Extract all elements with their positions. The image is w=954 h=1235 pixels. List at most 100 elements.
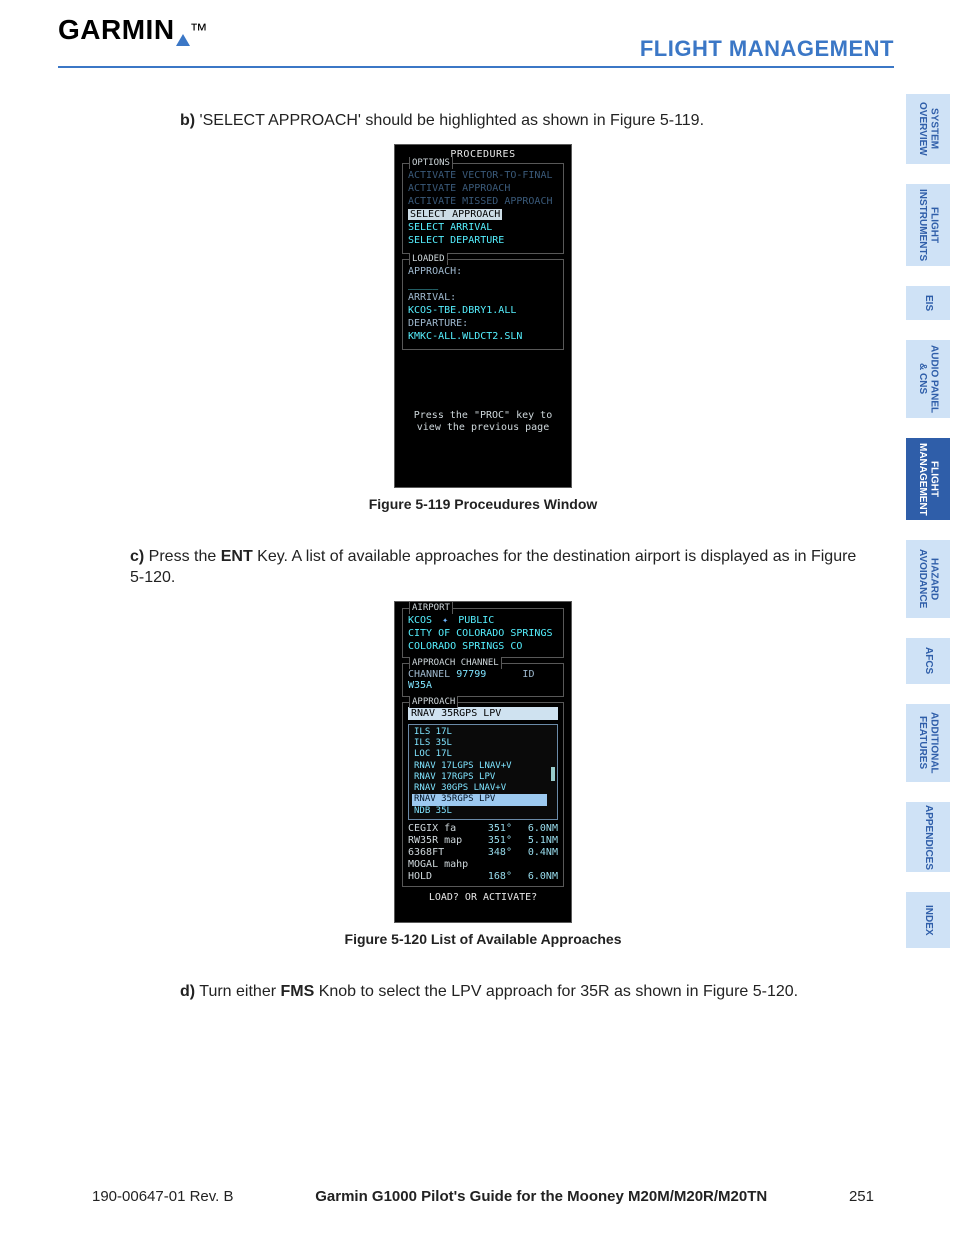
fig-119-screen: PROCEDURES OPTIONS ACTIVATE VECTOR-TO-FI… <box>394 144 572 488</box>
fig119-foot-line1: Press the "PROC" key to <box>399 410 567 422</box>
section-title: FLIGHT MANAGEMENT <box>640 36 894 62</box>
appr-item-4[interactable]: RNAV 17RGPS LPV <box>412 772 547 783</box>
step-d-post: Knob to select the LPV approach for 35R … <box>314 983 798 1000</box>
step-b-text: 'SELECT APPROACH' should be highlighted … <box>195 112 704 129</box>
opt-select-departure[interactable]: SELECT DEPARTURE <box>408 235 558 246</box>
tab-index[interactable]: INDEX <box>906 892 950 948</box>
brand-trademark: ™ <box>190 20 209 40</box>
fig120-bottom-prompt: LOAD? OR ACTIVATE? <box>399 892 567 903</box>
step-d-label: d) <box>180 983 195 1000</box>
tab-additional-features[interactable]: ADDITIONAL FEATURES <box>906 704 950 782</box>
seq-dist: 6.0NM <box>528 823 558 834</box>
fig120-channel-box: APPROACH CHANNEL CHANNEL 97799 ID W35A <box>402 663 564 697</box>
brand-text: GARMIN <box>58 14 175 45</box>
tab-hazard-avoidance[interactable]: HAZARD AVOIDANCE <box>906 540 950 618</box>
seq-crs: 351° <box>488 823 512 834</box>
seq-wpt: 6368FT <box>408 847 472 858</box>
step-b-label: b) <box>180 112 195 129</box>
seq-crs: 348° <box>488 847 512 858</box>
fig120-airport-tag: AIRPORT <box>409 602 453 614</box>
step-c-label: c) <box>130 548 144 565</box>
seq-row-2: 6368FT 348° 0.4NM <box>408 847 558 858</box>
fig119-options-tag: OPTIONS <box>409 157 453 169</box>
seq-dist: 6.0NM <box>528 871 558 882</box>
appr-item-1[interactable]: ILS 35L <box>412 738 547 749</box>
channel-lbl: CHANNEL <box>408 669 450 680</box>
appr-item-3[interactable]: RNAV 17LGPS LNAV+V <box>412 761 547 772</box>
loaded-departure-lbl: DEPARTURE: <box>408 318 558 329</box>
tab-system-overview[interactable]: SYSTEM OVERVIEW <box>906 94 950 164</box>
step-c-key: ENT <box>221 548 253 565</box>
fig120-airport-box: AIRPORT KCOS ✦ PUBLIC CITY OF COLORADO S… <box>402 608 564 658</box>
appr-item-6[interactable]: RNAV 35RGPS LPV <box>412 794 547 805</box>
fig120-channel-tag: APPROACH CHANNEL <box>409 657 502 669</box>
loaded-approach-val: _____ <box>408 279 558 290</box>
step-d-pre: Turn either <box>195 983 280 1000</box>
sequence-table: CEGIX fa 351° 6.0NM RW35R map 351° 5.1NM 636… <box>408 823 558 882</box>
seq-crs: 351° <box>488 835 512 846</box>
channel-id-val: W35A <box>408 680 432 691</box>
side-tabs: SYSTEM OVERVIEW FLIGHT INSTRUMENTS EIS A… <box>906 94 950 968</box>
opt-select-approach[interactable]: SELECT APPROACH <box>408 209 558 220</box>
appr-item-7[interactable]: NDB 35L <box>412 806 547 817</box>
loaded-arrival-val: KCOS-TBE.DBRY1.ALL <box>408 305 558 316</box>
brand-logo: GARMIN ™ <box>58 14 208 46</box>
brand-triangle-icon <box>176 34 190 46</box>
approach-dropdown[interactable]: ILS 17L ILS 35L LOC 17L RNAV 17LGPS LNAV… <box>408 724 558 820</box>
footer-page-number: 251 <box>849 1188 874 1205</box>
airport-name: CITY OF COLORADO SPRINGS <box>408 628 558 639</box>
seq-crs: 168° <box>488 871 512 882</box>
seq-wpt: CEGIX fa <box>408 823 472 834</box>
airport-city: COLORADO SPRINGS CO <box>408 641 558 652</box>
airport-id: KCOS <box>408 615 432 626</box>
fig119-options-box: OPTIONS ACTIVATE VECTOR-TO-FINAL ACTIVAT… <box>402 163 564 254</box>
appr-item-2[interactable]: LOC 17L <box>412 749 547 760</box>
loaded-approach-lbl: APPROACH: <box>408 266 558 277</box>
tab-appendices[interactable]: APPENDICES <box>906 802 950 872</box>
opt-select-approach-text: SELECT APPROACH <box>408 209 502 220</box>
footer-doc-title: Garmin G1000 Pilot's Guide for the Moone… <box>315 1188 767 1205</box>
opt-select-arrival[interactable]: SELECT ARRIVAL <box>408 222 558 233</box>
seq-wpt: RW35R map <box>408 835 472 846</box>
tab-afcs[interactable]: AFCS <box>906 638 950 684</box>
seq-row-3: MOGAL mahp <box>408 859 558 870</box>
step-c: c) Press the ENT Key. A list of availabl… <box>130 546 874 589</box>
opt-activate-approach: ACTIVATE APPROACH <box>408 183 558 194</box>
page-footer: 190-00647-01 Rev. B Garmin G1000 Pilot's… <box>92 1188 874 1205</box>
appr-item-0[interactable]: ILS 17L <box>412 727 547 738</box>
channel-row: CHANNEL 97799 ID W35A <box>408 669 558 691</box>
step-d: d) Turn either FMS Knob to select the LP… <box>180 981 874 1003</box>
seq-dist: 0.4NM <box>528 847 558 858</box>
seq-wpt: MOGAL mahp <box>408 859 472 870</box>
airport-symbol-icon: ✦ <box>442 615 448 626</box>
header-rule <box>58 66 894 68</box>
tab-flight-instruments[interactable]: FLIGHT INSTRUMENTS <box>906 184 950 266</box>
fig119-loaded-box: LOADED APPROACH: _____ ARRIVAL: KCOS-TBE… <box>402 259 564 350</box>
fig119-foot-line2: view the previous page <box>399 422 567 434</box>
tab-flight-management[interactable]: FLIGHT MANAGEMENT <box>906 438 950 520</box>
seq-wpt: HOLD <box>408 871 472 882</box>
seq-row-4: HOLD 168° 6.0NM <box>408 871 558 882</box>
tab-audio-panel-cns[interactable]: AUDIO PANEL & CNS <box>906 340 950 418</box>
opt-activate-missed: ACTIVATE MISSED APPROACH <box>408 196 558 207</box>
step-c-pre: Press the <box>144 548 220 565</box>
approach-selected[interactable]: RNAV 35RGPS LPV <box>408 707 558 720</box>
airport-line1: KCOS ✦ PUBLIC <box>408 615 558 626</box>
page-body: b) 'SELECT APPROACH' should be highlight… <box>92 98 874 1010</box>
tab-eis[interactable]: EIS <box>906 286 950 320</box>
channel-id-lbl: ID <box>522 669 534 680</box>
fig120-approach-box: APPROACH RNAV 35RGPS LPV ILS 17L ILS 35L… <box>402 702 564 887</box>
dropdown-scrollbar[interactable] <box>551 767 555 781</box>
appr-item-5[interactable]: RNAV 30GPS LNAV+V <box>412 783 547 794</box>
opt-vector-to-final: ACTIVATE VECTOR-TO-FINAL <box>408 170 558 181</box>
fig120-approach-tag: APPROACH <box>409 696 458 708</box>
seq-row-0: CEGIX fa 351° 6.0NM <box>408 823 558 834</box>
fig119-loaded-tag: LOADED <box>409 253 448 265</box>
step-d-key: FMS <box>280 983 314 1000</box>
seq-dist: 5.1NM <box>528 835 558 846</box>
page-header: GARMIN ™ FLIGHT MANAGEMENT <box>0 0 954 72</box>
footer-doc-rev: 190-00647-01 Rev. B <box>92 1188 233 1205</box>
airport-kind: PUBLIC <box>458 615 494 626</box>
step-b: b) 'SELECT APPROACH' should be highlight… <box>180 110 874 132</box>
loaded-arrival-lbl: ARRIVAL: <box>408 292 558 303</box>
